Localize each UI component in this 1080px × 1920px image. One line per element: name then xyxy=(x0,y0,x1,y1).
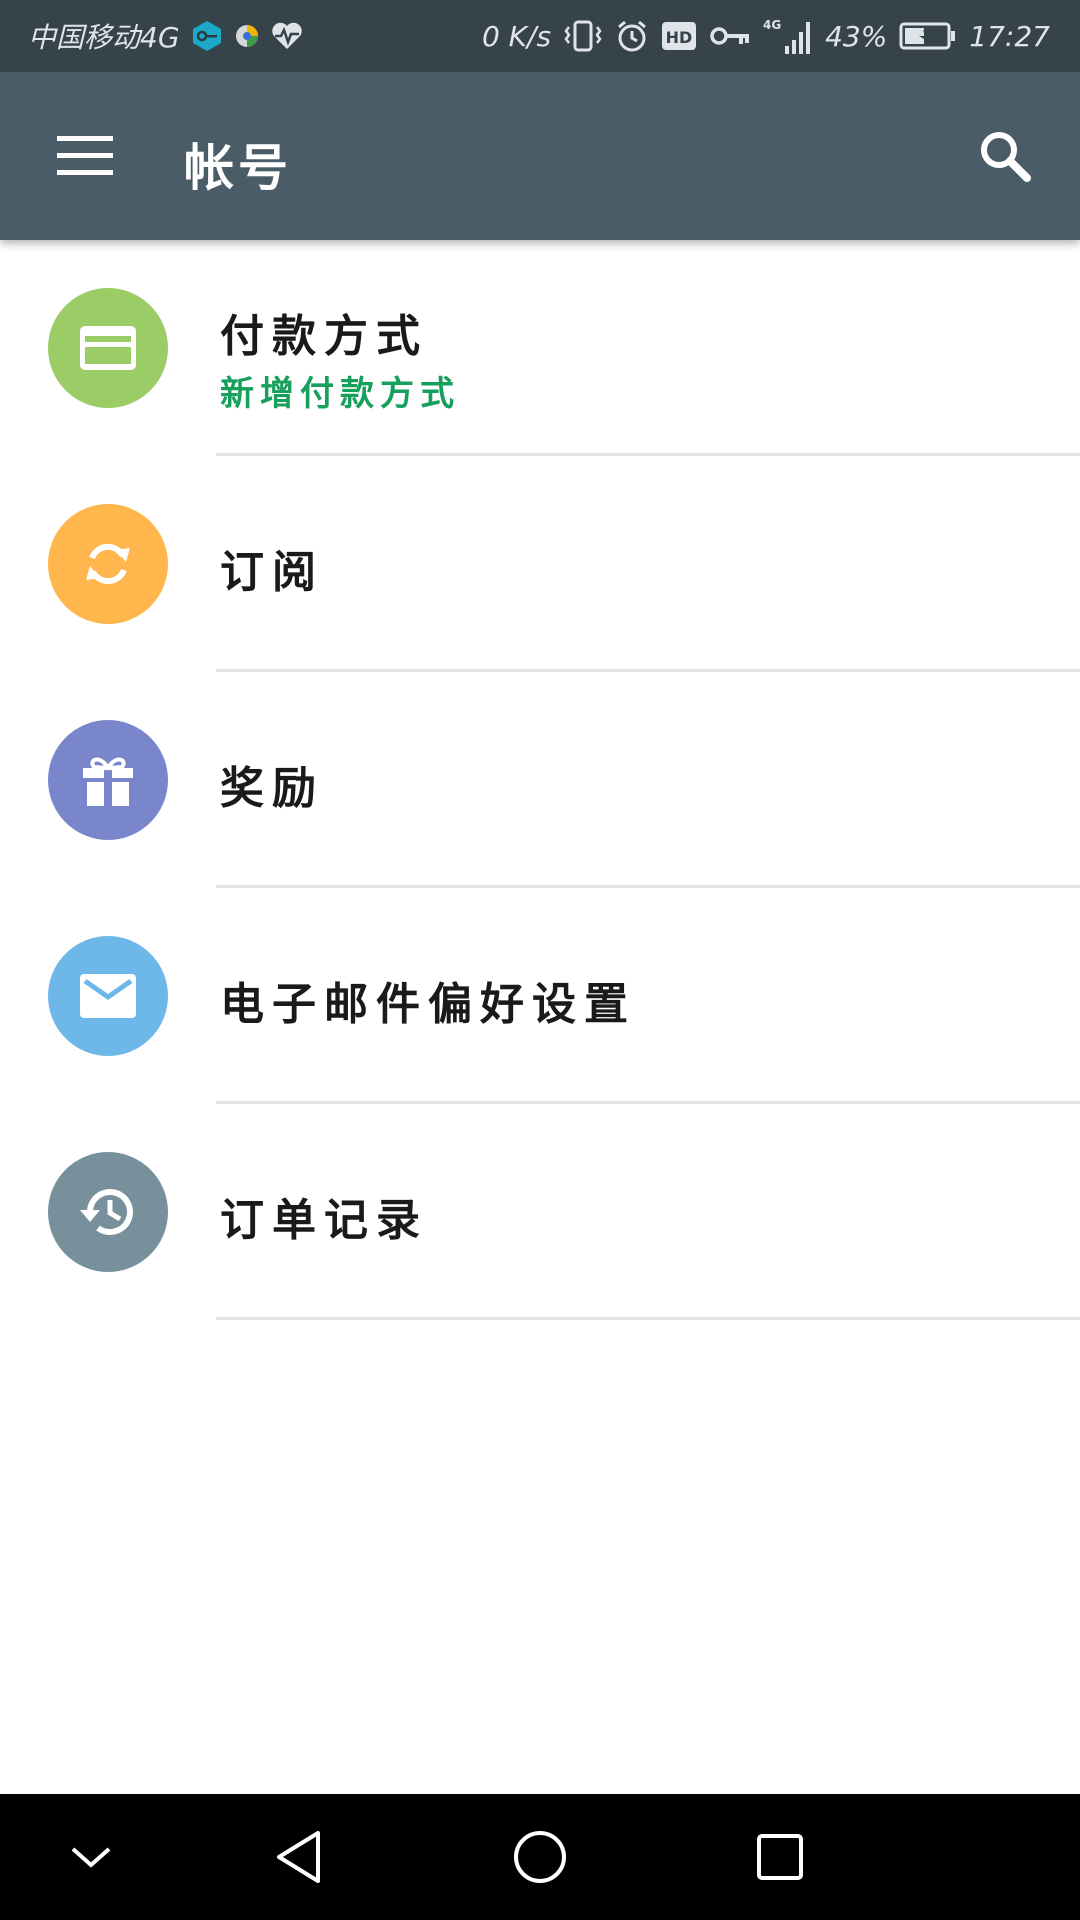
search-icon xyxy=(981,132,1031,182)
credit-card-icon xyxy=(80,326,136,370)
browser-app-icon xyxy=(234,23,260,49)
key-icon xyxy=(709,23,751,49)
refresh-icon xyxy=(86,543,130,585)
page-title: 帐号 xyxy=(184,139,292,197)
svg-text:HD: HD xyxy=(666,28,693,47)
battery-charging-icon xyxy=(899,21,957,51)
status-bar: 中国移动4G 0 K/s HD 4G 43% 17:27 xyxy=(0,0,1080,72)
app-bar: 帐号 xyxy=(0,72,1080,240)
divider xyxy=(216,1317,1080,1320)
hamburger-menu-icon xyxy=(57,136,113,175)
back-icon xyxy=(277,1831,320,1883)
search-button[interactable] xyxy=(960,116,1050,196)
list-item-label: 付款方式 xyxy=(220,311,428,362)
back-button[interactable] xyxy=(254,1812,344,1902)
mail-icon xyxy=(80,974,136,1018)
clock-label: 17:27 xyxy=(969,19,1050,53)
status-left: 中国移动4G xyxy=(28,0,304,72)
carrier-label: 中国移动4G xyxy=(28,21,180,54)
system-nav-bar xyxy=(0,1794,1080,1920)
battery-percent: 43% xyxy=(825,19,888,53)
email-icon-circle xyxy=(48,936,168,1056)
subscription-icon-circle xyxy=(48,504,168,624)
list-item-payment-methods[interactable]: 付款方式 新增付款方式 xyxy=(0,240,1080,456)
rewards-icon-circle xyxy=(48,720,168,840)
list-item-order-history[interactable]: 订单记录 xyxy=(0,1104,1080,1320)
menu-button[interactable] xyxy=(40,116,130,196)
list-item-email-preferences[interactable]: 电子邮件偏好设置 xyxy=(0,888,1080,1104)
list-item-sublabel: 新增付款方式 xyxy=(220,374,460,414)
gift-icon xyxy=(83,757,133,806)
recents-icon xyxy=(757,1834,803,1880)
hd-icon: HD xyxy=(661,21,697,51)
svg-text:4G: 4G xyxy=(763,18,781,32)
status-right: 0 K/s HD 4G 43% 17:27 xyxy=(482,0,1050,72)
list-item-subscriptions[interactable]: 订阅 xyxy=(0,456,1080,672)
heart-rate-icon xyxy=(270,20,304,52)
vpn-key-app-icon xyxy=(190,19,224,53)
payment-icon-circle xyxy=(48,288,168,408)
collapse-button[interactable] xyxy=(46,1812,136,1902)
home-icon xyxy=(514,1831,566,1883)
alarm-icon xyxy=(615,19,649,53)
history-icon xyxy=(80,1189,133,1235)
signal-icon: 4G xyxy=(763,16,813,56)
recents-button[interactable] xyxy=(735,1812,825,1902)
collapse-icon xyxy=(71,1847,111,1868)
account-menu-list: 付款方式 新增付款方式 订阅 奖励 电子邮件偏好设置 订单记录 xyxy=(0,240,1080,1320)
list-item-label: 奖励 xyxy=(220,763,324,814)
list-item-label: 电子邮件偏好设置 xyxy=(220,979,636,1030)
net-speed-label: 0 K/s xyxy=(481,19,552,53)
history-icon-circle xyxy=(48,1152,168,1272)
vibrate-icon xyxy=(563,19,603,53)
list-item-label: 订单记录 xyxy=(220,1195,428,1246)
home-button[interactable] xyxy=(495,1812,585,1902)
list-item-rewards[interactable]: 奖励 xyxy=(0,672,1080,888)
list-item-label: 订阅 xyxy=(220,547,324,598)
